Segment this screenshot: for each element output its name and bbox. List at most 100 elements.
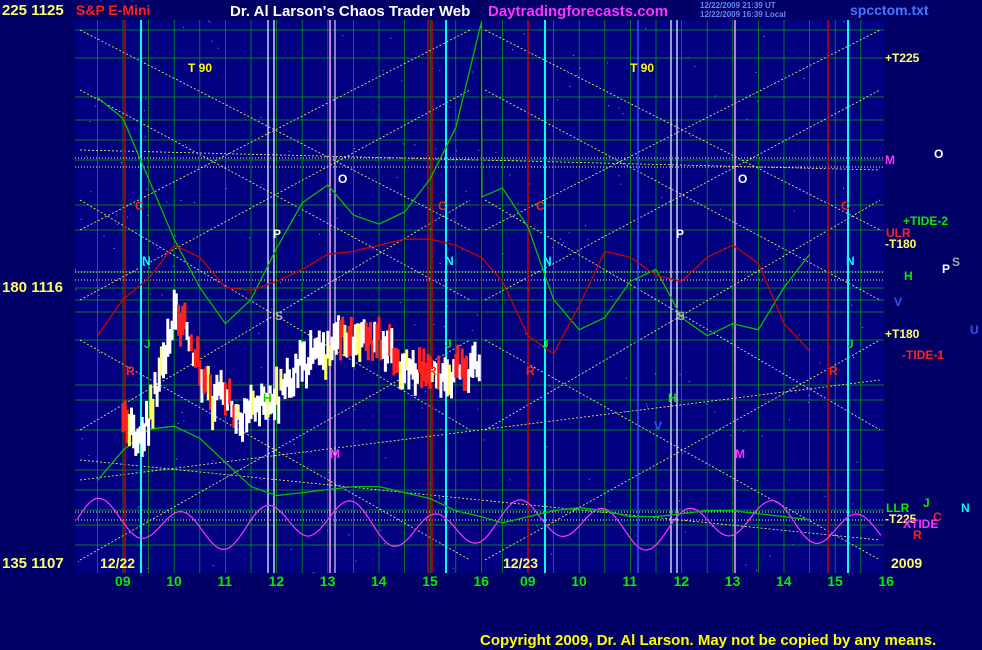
star-dot xyxy=(138,506,140,507)
x-hour-label: 09 xyxy=(520,573,536,589)
star-dot xyxy=(385,457,387,459)
star-dot xyxy=(618,107,620,109)
star-dot xyxy=(538,346,540,348)
star-dot xyxy=(217,47,219,49)
star-dot xyxy=(113,248,115,249)
right-label: +T180 xyxy=(885,327,920,341)
star-dot xyxy=(483,439,485,441)
star-dot xyxy=(161,294,163,296)
star-dot xyxy=(348,534,350,536)
star-dot xyxy=(618,175,620,177)
star-dot xyxy=(588,478,590,480)
star-dot xyxy=(798,334,800,336)
star-dot xyxy=(551,247,553,249)
star-dot xyxy=(556,99,558,101)
star-dot xyxy=(444,502,446,504)
file-name: spcctom.txt xyxy=(850,2,929,18)
star-dot xyxy=(298,215,300,216)
event-marker: C xyxy=(135,199,144,213)
y-tick-label: 225 1125 xyxy=(2,2,64,19)
star-dot xyxy=(819,362,821,364)
star-dot xyxy=(143,110,145,112)
star-dot xyxy=(684,531,686,533)
star-dot xyxy=(478,150,480,151)
star-dot xyxy=(549,385,551,387)
event-marker: S xyxy=(677,309,685,323)
star-dot xyxy=(620,183,622,185)
right-label: S xyxy=(952,255,960,269)
star-dot xyxy=(714,411,716,413)
timestamp-local: 12/22/2009 16:39 Local xyxy=(700,10,786,19)
event-marker: N xyxy=(142,254,151,268)
star-dot xyxy=(688,381,690,382)
star-dot xyxy=(465,190,467,192)
timestamp-ut: 12/22/2009 21:39 UT xyxy=(700,1,776,10)
price-bar xyxy=(147,418,151,446)
star-dot xyxy=(146,188,148,190)
event-marker: N xyxy=(846,254,855,268)
price-bar xyxy=(142,423,146,452)
star-dot xyxy=(694,66,696,68)
x-date-label: 2009 xyxy=(891,555,922,571)
event-marker: R xyxy=(526,364,535,378)
event-marker: N xyxy=(543,254,552,268)
star-dot xyxy=(168,154,170,156)
star-dot xyxy=(421,407,423,409)
event-marker: P xyxy=(676,227,684,241)
star-dot xyxy=(81,438,83,440)
star-dot xyxy=(761,435,763,437)
star-dot xyxy=(194,202,195,203)
star-dot xyxy=(211,40,213,42)
star-dot xyxy=(183,420,185,422)
star-dot xyxy=(354,409,356,411)
star-dot xyxy=(354,148,356,150)
star-dot xyxy=(509,479,511,481)
price-bar xyxy=(228,378,232,405)
star-dot xyxy=(546,446,548,448)
event-marker: R xyxy=(829,364,838,378)
star-dot xyxy=(447,498,449,500)
star-dot xyxy=(646,403,648,405)
star-dot xyxy=(98,352,100,353)
star-dot xyxy=(550,279,552,281)
star-dot xyxy=(851,304,853,306)
star-dot xyxy=(730,434,732,436)
star-dot xyxy=(98,294,100,296)
x-hour-label: 12 xyxy=(269,573,285,589)
star-dot xyxy=(807,402,809,403)
x-hour-label: 12 xyxy=(674,573,690,589)
right-label: M xyxy=(885,153,895,167)
star-dot xyxy=(94,105,96,107)
star-dot xyxy=(789,388,791,390)
star-dot xyxy=(260,117,262,118)
star-dot xyxy=(625,377,627,379)
star-dot xyxy=(452,567,454,569)
event-marker: P xyxy=(273,227,281,241)
star-dot xyxy=(439,497,440,499)
star-dot xyxy=(280,282,282,284)
y-axis-labels: 225 1125 180 1116 135 1107 xyxy=(2,2,64,572)
star-dot xyxy=(585,224,587,226)
star-dot xyxy=(144,136,146,138)
star-dot xyxy=(401,80,403,82)
star-dot xyxy=(853,356,854,358)
right-label: -TIDE-1 xyxy=(902,348,944,362)
event-marker: J xyxy=(847,337,854,351)
star-dot xyxy=(271,308,273,310)
star-dot xyxy=(622,113,624,115)
star-dot xyxy=(258,332,260,334)
site-name: Daytradingforecasts.com xyxy=(488,3,668,20)
star-dot xyxy=(795,391,797,393)
star-dot xyxy=(384,543,386,545)
x-date-label: 12/22 xyxy=(100,555,135,571)
x-hour-label: 15 xyxy=(422,573,438,589)
right-label: P xyxy=(942,262,950,276)
event-marker: C xyxy=(841,199,850,213)
star-dot xyxy=(145,98,147,100)
star-dot xyxy=(293,444,295,445)
star-dot xyxy=(461,249,463,251)
star-dot xyxy=(181,412,183,413)
star-dot xyxy=(424,390,426,392)
star-dot xyxy=(579,67,581,69)
star-dot xyxy=(791,249,793,251)
